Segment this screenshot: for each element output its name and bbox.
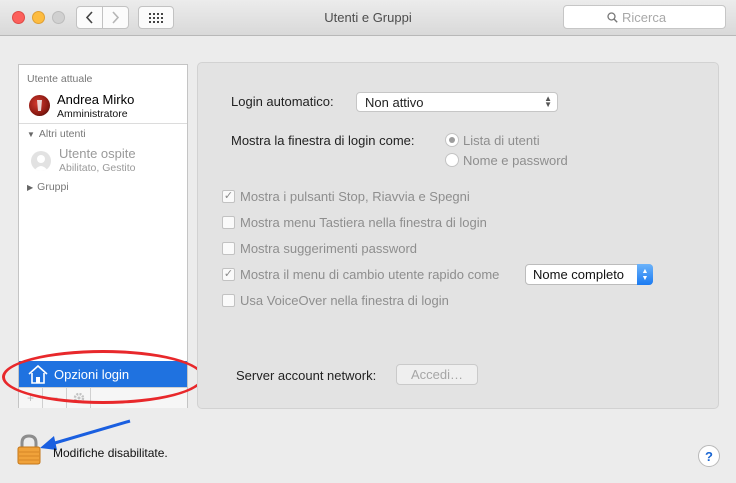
network-server-label: Server account network: [236, 368, 377, 383]
login-window-label: Mostra la finestra di login come: [231, 133, 415, 148]
search-input[interactable] [622, 9, 682, 25]
radio-name-password[interactable] [445, 153, 459, 167]
radio-name-password-label: Nome e password [463, 153, 568, 168]
popup-arrows-icon: ▲ ▼ [637, 264, 653, 285]
checkbox-voiceover[interactable] [222, 294, 235, 307]
avatar [31, 151, 51, 171]
radio-users-list[interactable] [445, 133, 459, 147]
other-users-label: Altri utenti [38, 128, 86, 140]
disclosure-down-icon: ▼ [27, 129, 35, 139]
checkbox-fast-user-switching-label: Mostra il menu di cambio utente rapido c… [240, 267, 500, 282]
fast-user-switch-popup[interactable]: Nome completo ▲ ▼ [525, 264, 653, 285]
popup-arrows-icon: ▲ ▼ [544, 94, 552, 109]
help-button[interactable]: ? [698, 445, 720, 467]
divider [19, 123, 187, 124]
remove-user-button[interactable]: − [43, 388, 67, 408]
lock-status-text: Modifiche disabilitate. [53, 446, 168, 460]
login-options-panel: Login automatico: Non attivo ▲ ▼ Mostra l… [197, 62, 719, 409]
action-menu-button[interactable] [67, 388, 91, 408]
house-icon [28, 364, 48, 384]
other-users-header[interactable]: ▼ Altri utenti [27, 128, 86, 140]
current-user-section-label: Utente attuale [27, 73, 93, 85]
checkbox-voiceover-label: Usa VoiceOver nella finestra di login [240, 293, 449, 308]
auto-login-label: Login automatico: [231, 94, 334, 109]
guest-user-name: Utente ospite [59, 146, 136, 161]
current-user-name: Andrea Mirko [57, 92, 135, 107]
fast-user-switch-value: Nome completo [533, 267, 625, 282]
checkbox-input-menu-label: Mostra menu Tastiera nella finestra di l… [240, 215, 487, 230]
groups-header[interactable]: ▶ Gruppi [27, 181, 69, 193]
current-user-role: Amministratore [57, 108, 128, 120]
users-sidebar: Utente attuale Andrea Mirko Amministrato… [18, 64, 188, 408]
groups-label: Gruppi [37, 181, 69, 193]
user-photo-icon [37, 100, 42, 111]
lock-icon[interactable] [16, 434, 42, 466]
avatar [29, 95, 50, 116]
gear-icon [73, 392, 84, 404]
checkbox-password-hints-label: Mostra suggerimenti password [240, 241, 418, 256]
checkbox-show-power-buttons-label: Mostra i pulsanti Stop, Riavvia e Spegni [240, 189, 470, 204]
disclosure-right-icon: ▶ [27, 182, 34, 192]
guest-user-status: Abilitato, Gestito [59, 162, 136, 174]
sidebar-toolbar: + − [19, 387, 187, 408]
auto-login-value: Non attivo [365, 94, 424, 110]
search-field[interactable] [563, 5, 726, 29]
person-silhouette-icon [34, 155, 48, 171]
title-bar: Utenti e Gruppi [0, 0, 736, 36]
current-user-item[interactable]: Andrea Mirko Amministratore [19, 91, 187, 123]
checkbox-show-power-buttons[interactable]: ✓ [222, 190, 235, 203]
checkbox-fast-user-switching[interactable]: ✓ [222, 268, 235, 281]
radio-users-list-label: Lista di utenti [463, 133, 540, 148]
checkbox-password-hints[interactable] [222, 242, 235, 255]
add-user-button[interactable]: + [19, 388, 43, 408]
checkbox-input-menu[interactable] [222, 216, 235, 229]
search-icon [607, 11, 618, 23]
join-network-button[interactable]: Accedi… [396, 364, 478, 385]
sidebar-item-login-options[interactable]: Opzioni login [19, 361, 187, 387]
auto-login-popup[interactable]: Non attivo ▲ ▼ [356, 92, 558, 112]
login-options-label: Opzioni login [54, 366, 130, 382]
